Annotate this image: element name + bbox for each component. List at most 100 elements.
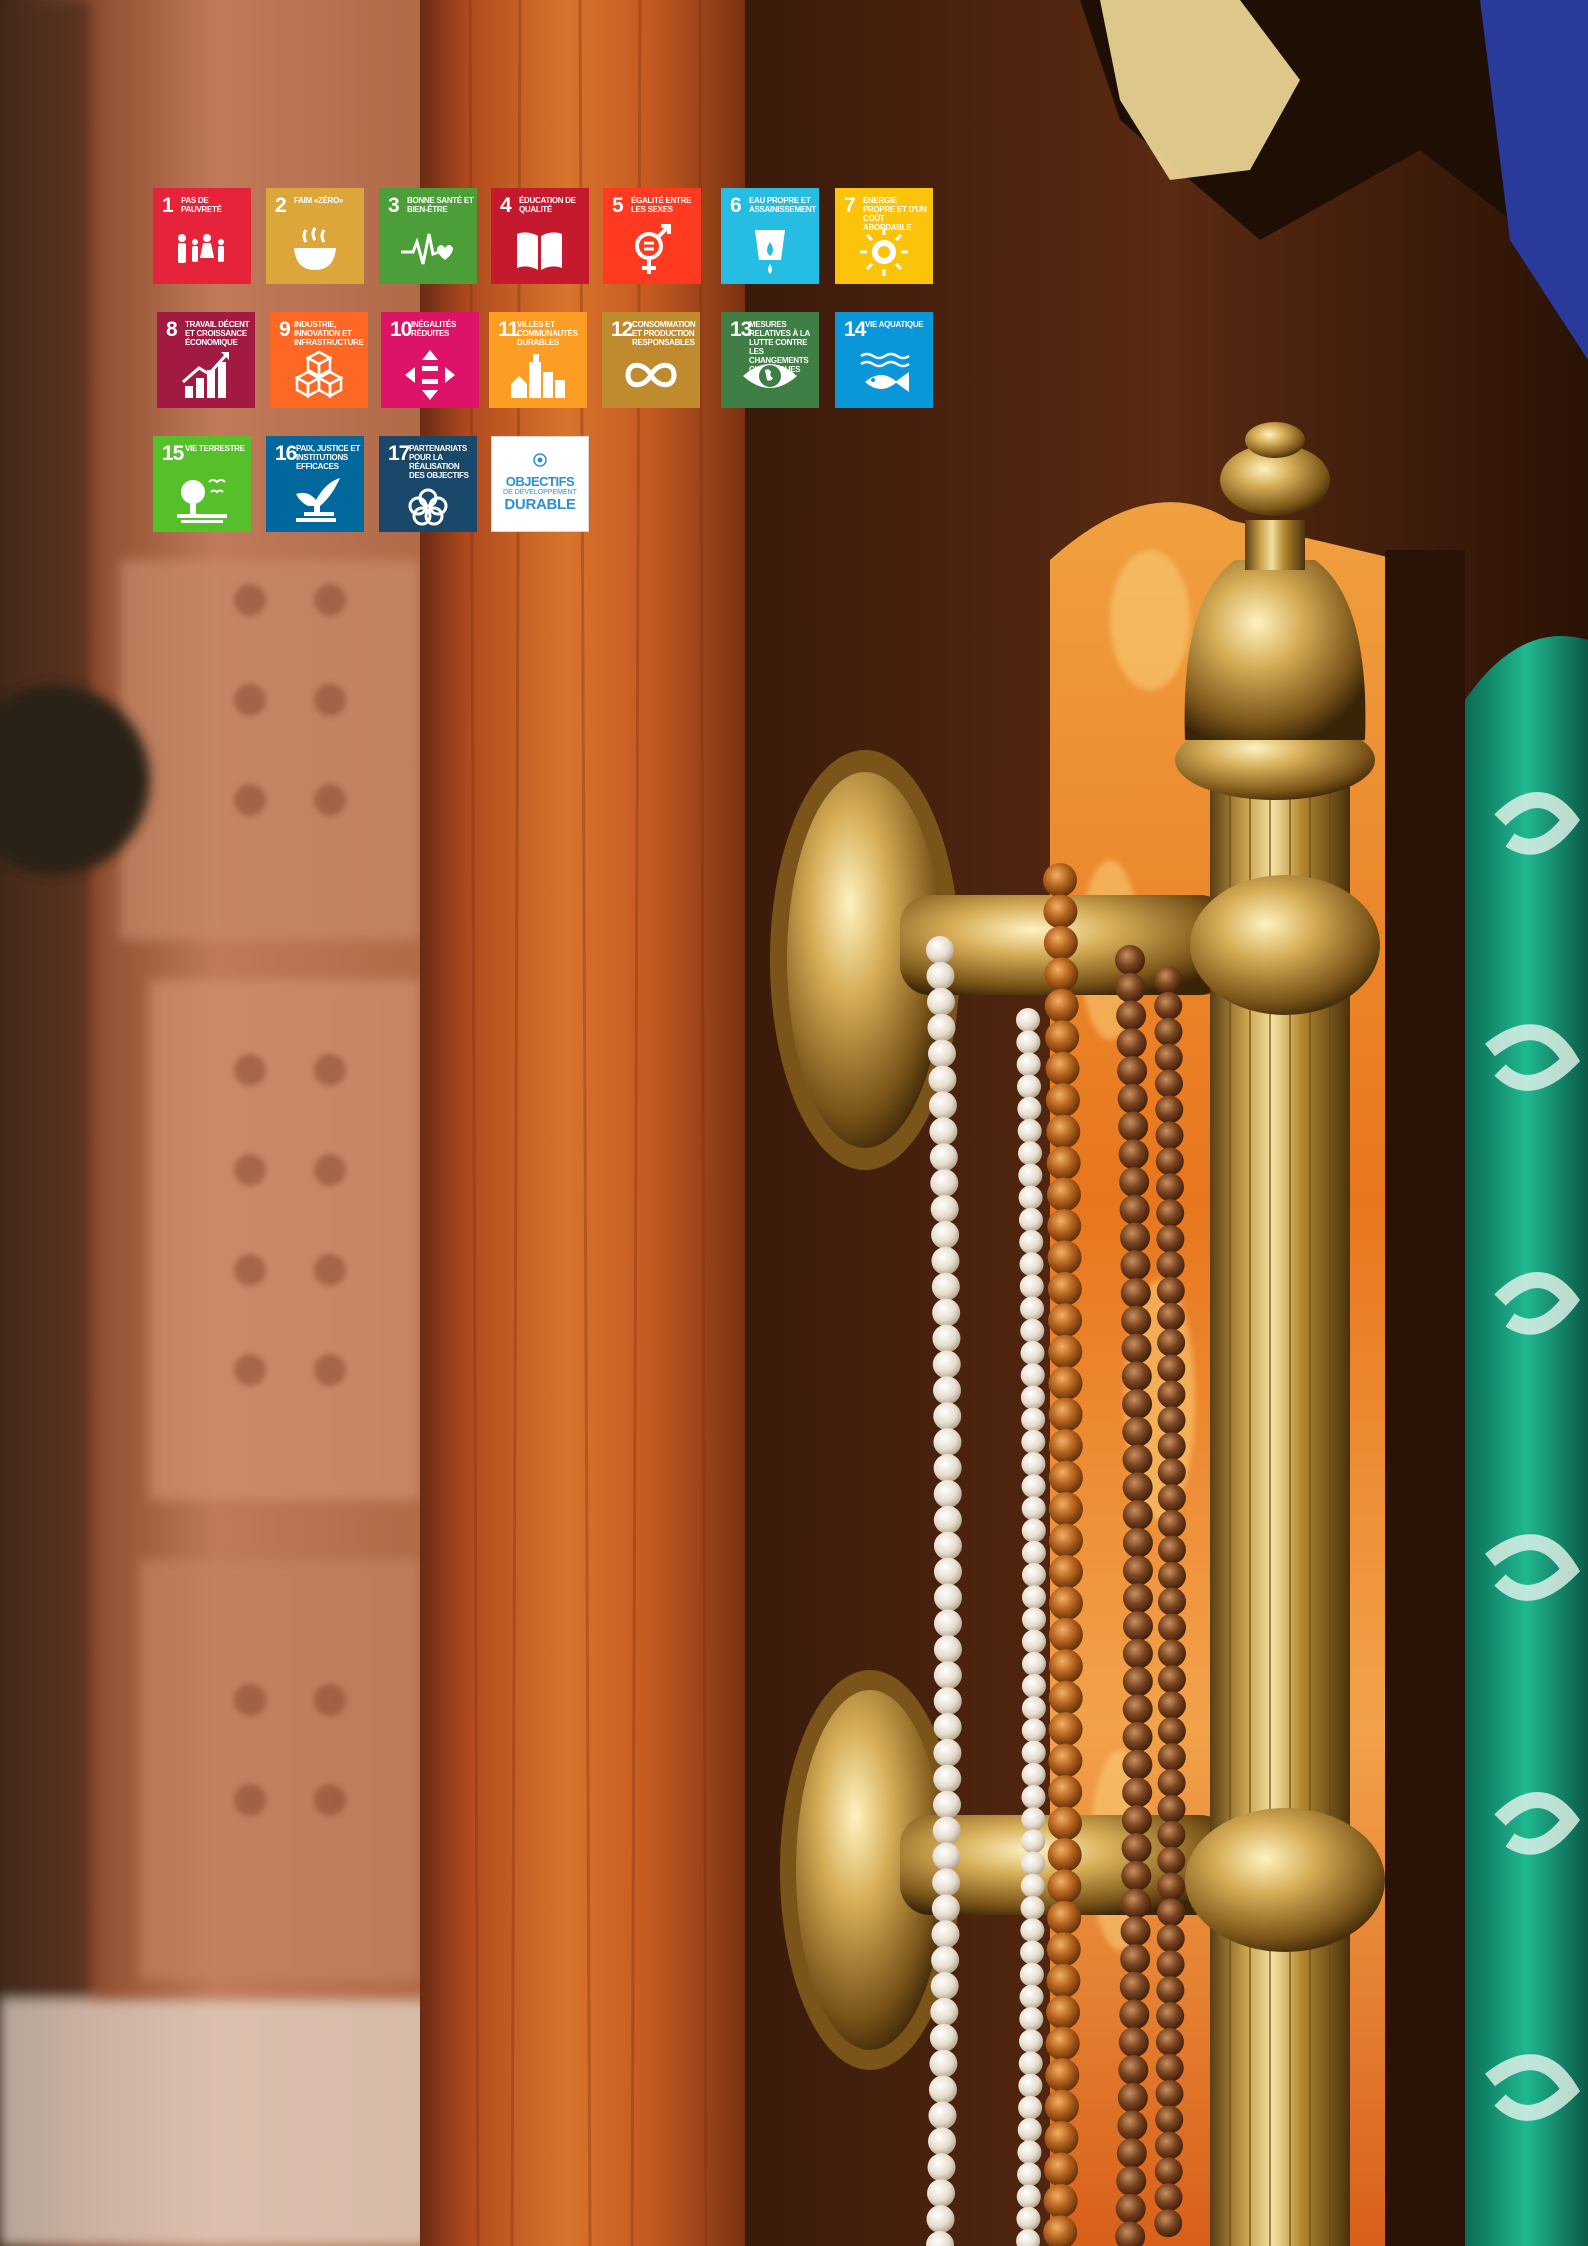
prayer-bead — [1018, 2073, 1043, 2098]
prayer-bead — [1119, 1194, 1150, 1225]
prayer-bead — [1047, 1240, 1082, 1275]
sdg-tile-12: 12 CONSOMMATION ET PRODUCTION RESPONSABL… — [602, 312, 700, 408]
prayer-bead — [933, 1428, 962, 1457]
sdg-tile-17: 17 PARTENARIATS POUR LA RÉALISATION DES … — [379, 436, 477, 532]
prayer-bead — [1120, 1250, 1151, 1281]
prayer-bead — [1156, 1225, 1185, 1253]
prayer-bead — [933, 1738, 962, 1767]
prayer-bead — [1122, 1777, 1153, 1808]
earth-eye-icon — [741, 348, 799, 402]
prayer-bead — [1018, 1163, 1043, 1188]
prayer-bead — [1021, 1540, 1046, 1565]
prayer-bead — [927, 1013, 956, 1042]
prayer-bead — [1155, 1095, 1184, 1124]
prayer-bead — [1044, 2121, 1079, 2155]
prayer-bead — [1017, 2118, 1042, 2142]
prayer-bead — [1018, 2095, 1043, 2120]
prayer-bead — [1047, 1837, 1082, 1872]
prayer-bead — [1154, 2157, 1183, 2186]
prayer-bead — [1122, 1666, 1153, 1697]
prayer-bead — [931, 1220, 960, 1249]
prayer-bead — [1154, 2209, 1183, 2238]
prayer-bead — [929, 1143, 958, 1172]
prayer-bead — [1121, 1305, 1152, 1336]
sdg-label: VIE AQUATIQUE — [865, 320, 924, 329]
prayer-bead — [1021, 1785, 1046, 1809]
prayer-bead — [1047, 1208, 1082, 1243]
sdg-number: 15 — [162, 442, 184, 465]
prayer-bead — [1021, 1762, 1046, 1787]
prayer-bead — [1154, 1043, 1183, 1072]
prayer-bead — [1157, 1717, 1186, 1746]
prayer-bead — [1021, 1829, 1046, 1854]
prayer-bead — [1157, 1768, 1186, 1797]
prayer-bead — [1017, 1119, 1042, 1143]
prayer-bead — [1048, 1366, 1083, 1401]
prayer-bead — [929, 1117, 958, 1146]
prayer-bead — [1157, 1613, 1186, 1642]
prayer-bead — [1122, 1500, 1153, 1530]
prayer-bead — [933, 1402, 962, 1431]
prayer-bead — [1020, 1318, 1045, 1343]
prayer-bead — [1120, 1222, 1151, 1253]
prayer-bead — [1156, 1199, 1185, 1228]
prayer-bead — [1116, 2166, 1147, 2196]
prayer-bead — [1155, 1069, 1184, 1098]
prayer-bead — [929, 2023, 958, 2052]
prayer-bead — [1021, 1607, 1046, 1632]
prayer-bead — [1117, 1056, 1148, 1086]
sdg-tile-15: 15 VIE TERRESTRE — [153, 436, 251, 532]
sdg-tile-8: 8 TRAVAIL DÉCENT ET CROISSANCE ÉCONOMIQU… — [157, 312, 255, 408]
dove-gavel-icon — [286, 472, 344, 526]
prayer-bead — [1043, 2183, 1078, 2218]
prayer-bead — [926, 936, 954, 964]
prayer-bead — [1120, 1278, 1151, 1308]
prayer-bead — [1156, 1898, 1185, 1927]
prayer-bead — [1020, 1363, 1045, 1388]
sdg-number: 11 — [498, 318, 519, 341]
prayer-bead — [1122, 1611, 1153, 1641]
prayer-bead — [1118, 2055, 1149, 2085]
sdg-label: TRAVAIL DÉCENT ET CROISSANCE ÉCONOMIQUE — [185, 320, 250, 347]
prayer-bead — [927, 987, 956, 1016]
sdg-tile-7: 7 ÉNERGIE PROPRE ET D'UN COÛT ABORDABLE — [835, 188, 933, 284]
prayer-bead — [1043, 863, 1077, 897]
prayer-bead — [1157, 1820, 1186, 1849]
prayer-bead — [930, 1997, 959, 2026]
prayer-bead — [1020, 1873, 1045, 1898]
prayer-bead — [1048, 1460, 1083, 1495]
prayer-bead — [1021, 1429, 1046, 1454]
prayer-bead — [1122, 1389, 1153, 1419]
prayer-bead — [1018, 1185, 1043, 1210]
prayer-bead — [1021, 1696, 1046, 1721]
prayer-bead — [1021, 1807, 1046, 1832]
prayer-bead — [1043, 894, 1078, 929]
prayer-bead — [1045, 2058, 1080, 2093]
prayer-bead — [1157, 1432, 1186, 1461]
sdg-number: 6 — [730, 194, 742, 217]
prayer-bead — [933, 1376, 962, 1405]
prayer-bead — [1115, 2193, 1146, 2224]
prayer-bead — [1021, 1674, 1046, 1698]
prayer-bead — [1048, 1554, 1083, 1589]
prayer-bead — [932, 1298, 961, 1327]
prayer-bead — [1121, 1805, 1152, 1836]
prayer-bead — [927, 1039, 956, 1068]
prayer-bead — [1155, 2053, 1184, 2082]
sdg-number: 12 — [611, 318, 633, 341]
sdg-number: 8 — [166, 318, 178, 341]
prayer-bead — [930, 1195, 959, 1223]
prayer-bead — [931, 1246, 960, 1275]
heartbeat-icon — [399, 224, 457, 278]
prayer-bead — [1122, 1694, 1153, 1725]
prayer-bead — [931, 1920, 960, 1949]
prayer-bead — [1157, 1458, 1186, 1487]
prayer-bead — [1157, 1846, 1186, 1875]
prayer-bead — [932, 1816, 961, 1845]
prayer-bead — [1018, 2051, 1043, 2076]
book-icon — [511, 224, 569, 278]
prayer-bead — [931, 1946, 960, 1975]
prayer-bead — [1156, 1976, 1185, 2005]
prayer-bead — [1048, 1334, 1083, 1369]
sdg-tile-11: 11 VILLES ET COMMUNAUTÉS DURABLES — [489, 312, 587, 408]
